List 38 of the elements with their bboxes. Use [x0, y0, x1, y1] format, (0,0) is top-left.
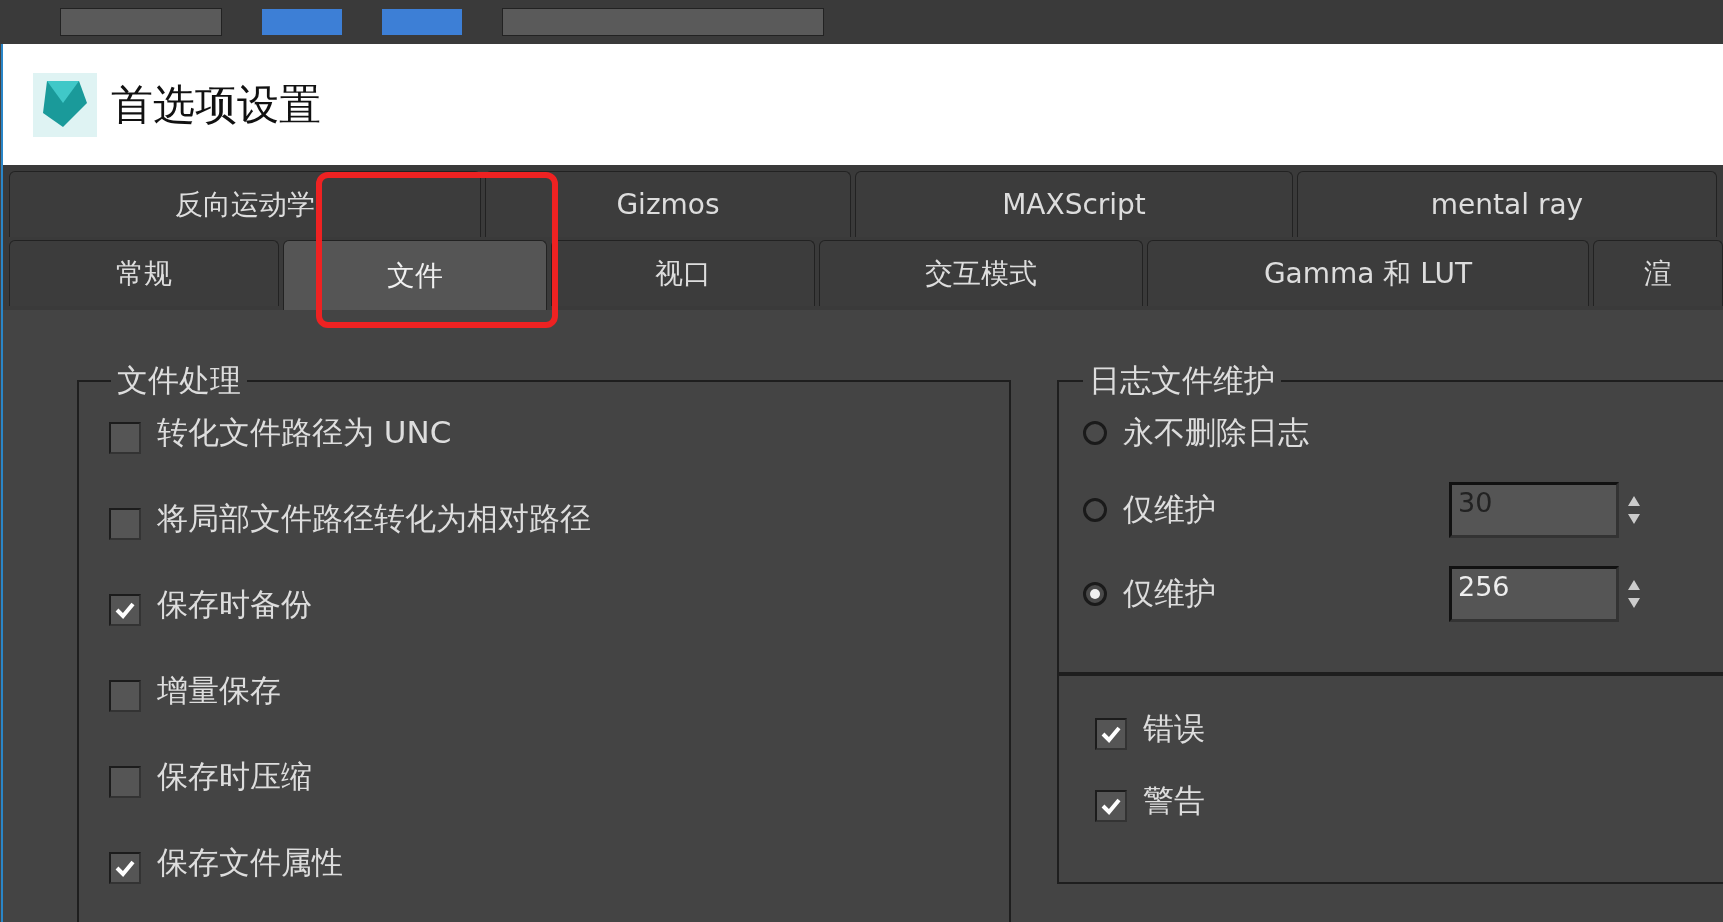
checkbox[interactable] — [109, 594, 141, 626]
checkbox[interactable] — [109, 852, 141, 884]
number-field[interactable]: 256 — [1449, 566, 1619, 622]
checkbox-label: 警告 — [1143, 781, 1205, 820]
checkbox[interactable] — [109, 766, 141, 798]
radio-label: 仅维护 — [1123, 574, 1217, 613]
checkbox[interactable] — [109, 680, 141, 712]
checkbox[interactable] — [1095, 790, 1127, 822]
checkbox-label: 将局部文件路径转化为相对路径 — [157, 499, 591, 538]
radio-label: 仅维护 — [1123, 490, 1217, 529]
checkbox-label: 转化文件路径为 UNC — [157, 413, 452, 452]
tab[interactable]: mental ray — [1297, 171, 1717, 237]
tab[interactable]: 视口 — [551, 240, 815, 306]
checkbox-label: 错误 — [1143, 709, 1205, 748]
tab[interactable]: 交互模式 — [819, 240, 1143, 306]
checkbox[interactable] — [109, 508, 141, 540]
checkbox-label: 保存文件属性 — [157, 843, 343, 882]
app-icon — [33, 72, 97, 137]
toolbar-field[interactable] — [60, 8, 222, 36]
checkbox-label: 保存时备份 — [157, 585, 312, 624]
checkbox-label: 保存时压缩 — [157, 757, 312, 796]
radio-button[interactable] — [1083, 582, 1107, 606]
checkbox[interactable] — [1095, 718, 1127, 750]
tab[interactable]: 文件 — [283, 240, 547, 310]
tab[interactable]: 渲 — [1593, 240, 1723, 306]
window-title: 首选项设置 — [111, 78, 321, 131]
tab[interactable]: 反向运动学 — [9, 171, 481, 237]
group-title: 文件处理 — [116, 361, 242, 400]
toolbar-field[interactable] — [502, 8, 824, 36]
tab[interactable]: MAXScript — [855, 171, 1293, 237]
checkbox[interactable] — [109, 422, 141, 454]
radio-button[interactable] — [1083, 421, 1107, 445]
group-title: 日志文件维护 — [1088, 361, 1276, 400]
radio-label: 永不删除日志 — [1123, 413, 1310, 452]
checkbox-label: 增量保存 — [157, 671, 281, 710]
tab[interactable]: 常规 — [9, 240, 279, 306]
tab[interactable]: Gamma 和 LUT — [1147, 240, 1589, 306]
tab[interactable]: Gizmos — [485, 171, 851, 237]
